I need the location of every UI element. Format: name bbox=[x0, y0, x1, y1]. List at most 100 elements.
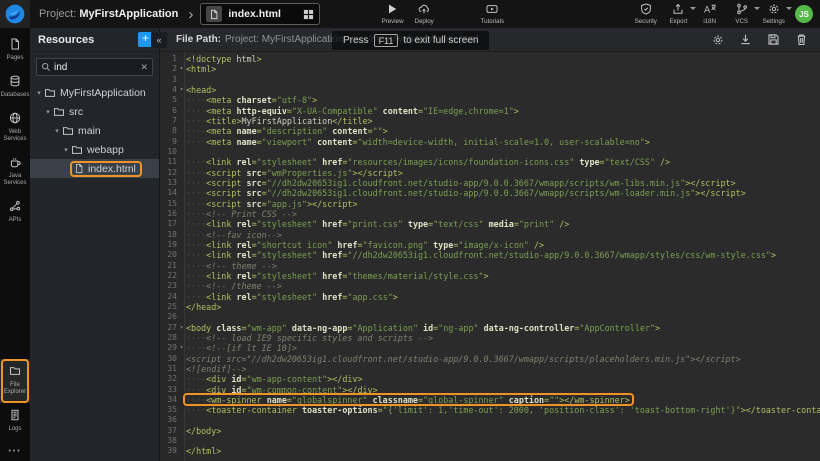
code-line[interactable]: 14····<script src="//dh2dw20653ig1.cloud… bbox=[160, 188, 820, 198]
code-text: ····<script src="wmProperties.js"></scri… bbox=[186, 168, 403, 178]
code-line[interactable]: 1<!doctype html> bbox=[160, 54, 820, 64]
code-line[interactable]: 35····<toaster-container toaster-options… bbox=[160, 405, 820, 415]
topbar-button-settings[interactable]: Settings bbox=[758, 1, 790, 27]
code-line[interactable]: 37</body> bbox=[160, 426, 820, 436]
code-line[interactable]: 33····<div id="wm-common-content"></div> bbox=[160, 385, 820, 395]
tree-row-myfirstapplication[interactable]: ▾ MyFirstApplication bbox=[30, 83, 159, 102]
tree-item-label: webapp bbox=[87, 144, 124, 156]
line-number: 37 bbox=[160, 426, 177, 436]
tree-row-main[interactable]: ▾main bbox=[30, 121, 159, 140]
caret-down-icon[interactable]: ▾ bbox=[44, 108, 52, 116]
sidebar-item-web-services[interactable]: Web Services bbox=[0, 106, 30, 150]
left-nav-sidebar: PagesDatabasesWeb ServicesJava ServicesA… bbox=[0, 28, 30, 461]
code-line[interactable]: 25</head> bbox=[160, 302, 820, 312]
caret-down-icon[interactable]: ▾ bbox=[53, 127, 61, 135]
topbar-button-vcs[interactable]: VCS bbox=[726, 1, 758, 27]
fold-gutter bbox=[177, 147, 186, 157]
code-line[interactable]: 2▾<html> bbox=[160, 64, 820, 74]
file-path-bar: File Path: Project: MyFirstApplication >… bbox=[160, 28, 820, 52]
resources-search: ✕ bbox=[30, 52, 159, 80]
code-line[interactable]: 7····<title>MyFirstApplication</title> bbox=[160, 116, 820, 126]
sidebar-item-logs[interactable]: Logs bbox=[0, 403, 30, 440]
settings-button[interactable] bbox=[712, 34, 724, 46]
sidebar-item-file-explorer[interactable]: File Explorer bbox=[0, 359, 30, 403]
fold-arrow-icon[interactable]: ▾ bbox=[177, 323, 186, 333]
code-line[interactable]: 20····<link rel="stylesheet" href="//dh2… bbox=[160, 250, 820, 260]
line-number: 23 bbox=[160, 281, 177, 291]
sidebar-item-databases[interactable]: Databases bbox=[0, 69, 30, 106]
code-line[interactable]: 29▾····<!--[if lt IE 10]> bbox=[160, 343, 820, 353]
tree-row-src[interactable]: ▾src bbox=[30, 102, 159, 121]
code-line[interactable]: 12····<script src="wmProperties.js"></sc… bbox=[160, 168, 820, 178]
code-line[interactable]: 3 bbox=[160, 75, 820, 85]
tree-item-label: MyFirstApplication bbox=[60, 87, 146, 99]
code-line[interactable]: 22····<link rel="stylesheet" href="theme… bbox=[160, 271, 820, 281]
fold-arrow-icon[interactable]: ▾ bbox=[177, 64, 186, 74]
sidebar-item-apis[interactable]: APIs bbox=[0, 194, 30, 231]
fold-arrow-icon[interactable]: ▾ bbox=[177, 343, 186, 353]
code-line[interactable]: 15····<script src="app.js"></script> bbox=[160, 199, 820, 209]
code-line[interactable]: 16····<!-- Print CSS --> bbox=[160, 209, 820, 219]
tab-index-html[interactable]: index.html bbox=[200, 3, 320, 25]
code-line[interactable]: 10 bbox=[160, 147, 820, 157]
line-number: 24 bbox=[160, 292, 177, 302]
save-button[interactable] bbox=[767, 33, 780, 46]
app-logo[interactable] bbox=[0, 0, 30, 28]
code-line[interactable]: 28····<!-- load IE9 specific styles and … bbox=[160, 333, 820, 343]
code-line[interactable]: 32····<div id="wm-app-content"></div> bbox=[160, 374, 820, 384]
topbar-button-security[interactable]: Security bbox=[630, 1, 662, 27]
code-text: ····<meta name="description" content=""> bbox=[186, 126, 388, 136]
sidebar-overflow-menu[interactable]: ••• bbox=[8, 440, 21, 461]
code-line[interactable]: 30<script src="//dh2dw20653ig1.cloudfron… bbox=[160, 354, 820, 364]
code-line[interactable]: 4▾<head> bbox=[160, 85, 820, 95]
line-number: 16 bbox=[160, 209, 177, 219]
topbar-button-export[interactable]: Export bbox=[662, 1, 694, 27]
code-line[interactable]: 11····<link rel="stylesheet" href="resou… bbox=[160, 157, 820, 167]
file-tree: ▾MyFirstApplication▾src▾main▾webappindex… bbox=[30, 83, 159, 178]
code-line[interactable]: 26 bbox=[160, 312, 820, 322]
code-line[interactable]: 19····<link rel="shortcut icon" href="fa… bbox=[160, 240, 820, 250]
code-line[interactable]: 5····<meta charset="utf-8"> bbox=[160, 95, 820, 105]
code-line[interactable]: 9····<meta name="viewport" content="widt… bbox=[160, 137, 820, 147]
code-line[interactable]: 23····<!-- /theme --> bbox=[160, 281, 820, 291]
code-text: ····<script src="app.js"></script> bbox=[186, 199, 357, 209]
code-line[interactable]: 6····<meta http-equiv="X-UA-Compatible" … bbox=[160, 106, 820, 116]
topbar-button-preview[interactable]: Preview bbox=[376, 1, 408, 27]
code-line[interactable]: 17····<link rel="stylesheet" href="print… bbox=[160, 219, 820, 229]
user-avatar[interactable]: JS bbox=[795, 5, 813, 23]
topbar-button-tutorials[interactable]: Tutorials bbox=[476, 1, 508, 27]
tree-row-index-html[interactable]: index.html bbox=[30, 159, 159, 178]
code-text: <html> bbox=[186, 64, 216, 74]
topbar-button-deploy[interactable]: Deploy bbox=[408, 1, 440, 27]
code-line[interactable]: 38 bbox=[160, 436, 820, 446]
topbar-button-i18n[interactable]: Ai18N bbox=[694, 1, 726, 27]
fold-arrow-icon[interactable]: ▾ bbox=[177, 85, 186, 95]
sidebar-item-java-services[interactable]: Java Services bbox=[0, 150, 30, 194]
code-line[interactable]: 27▾<body class="wm-app" data-ng-app="App… bbox=[160, 323, 820, 333]
search-box[interactable]: ✕ bbox=[36, 58, 153, 76]
code-line[interactable]: 36 bbox=[160, 415, 820, 425]
fold-gutter bbox=[177, 261, 186, 271]
code-line[interactable]: 31<![endif]--> bbox=[160, 364, 820, 374]
project-name: MyFirstApplication bbox=[79, 8, 178, 20]
delete-button[interactable] bbox=[795, 33, 808, 46]
caret-down-icon[interactable]: ▾ bbox=[35, 89, 43, 97]
download-button[interactable] bbox=[739, 33, 752, 46]
sidebar-item-pages[interactable]: Pages bbox=[0, 32, 30, 69]
code-line[interactable]: 24····<link rel="stylesheet" href="app.c… bbox=[160, 292, 820, 302]
code-line[interactable]: 8····<meta name="description" content=""… bbox=[160, 126, 820, 136]
code-line[interactable]: 18····<!--fav icon--> bbox=[160, 230, 820, 240]
code-line[interactable]: 21····<!-- theme --> bbox=[160, 261, 820, 271]
collapse-panel-button[interactable]: « bbox=[151, 32, 167, 48]
code-line[interactable]: 34····<wm-spinner name="globalspinner" c… bbox=[160, 395, 820, 405]
tree-row-webapp[interactable]: ▾ webapp bbox=[30, 140, 159, 159]
search-input[interactable] bbox=[54, 62, 137, 73]
code-text: ····<link rel="stylesheet" href="print.c… bbox=[186, 219, 569, 229]
grid-icon[interactable] bbox=[303, 9, 314, 20]
code-line[interactable]: 13····<script src="//dh2dw20653ig1.cloud… bbox=[160, 178, 820, 188]
code-area[interactable]: 1<!doctype html>2▾<html>34▾<head>5····<m… bbox=[160, 52, 820, 461]
clear-search-icon[interactable]: ✕ bbox=[140, 62, 148, 73]
caret-down-icon[interactable]: ▾ bbox=[62, 146, 70, 154]
code-text: ····<link rel="shortcut icon" href="favi… bbox=[186, 240, 544, 250]
code-line[interactable]: 39</html> bbox=[160, 446, 820, 456]
